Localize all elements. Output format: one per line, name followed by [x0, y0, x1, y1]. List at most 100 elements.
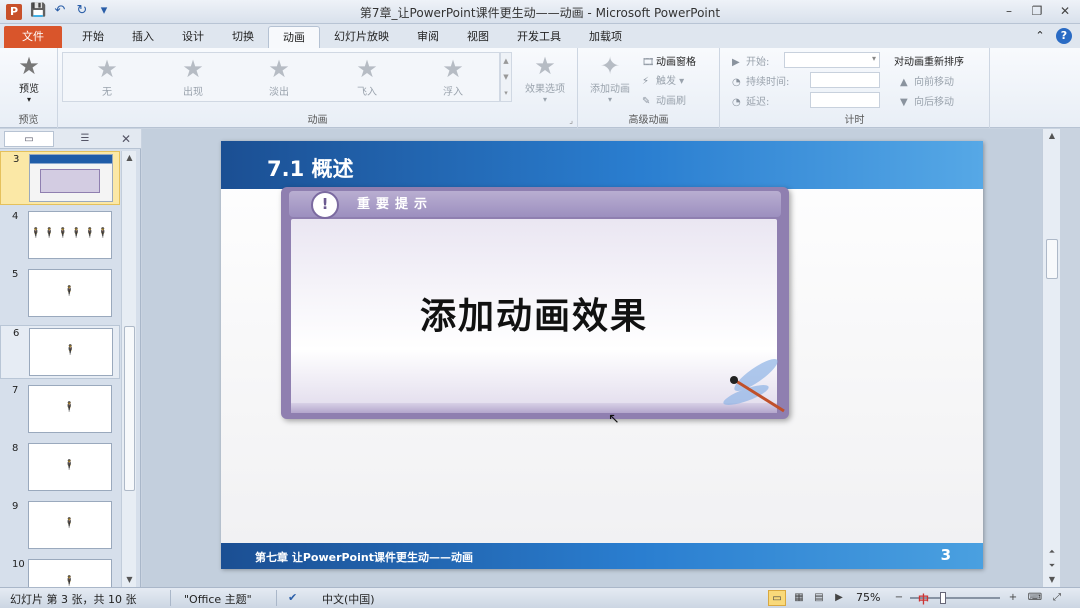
- animation-fly-in[interactable]: ★ 飞入: [347, 55, 387, 98]
- slide-thumbnail-8[interactable]: 8 🕴: [0, 441, 120, 495]
- next-slide-icon[interactable]: ⏷: [1043, 559, 1061, 573]
- tab-animations[interactable]: 动画: [268, 26, 320, 48]
- close-icon[interactable]: ✕: [1056, 3, 1074, 19]
- exclamation-icon: !: [311, 191, 339, 219]
- tab-home[interactable]: 开始: [68, 26, 118, 48]
- outline-tab[interactable]: ☰: [58, 131, 112, 147]
- fit-to-window-icon[interactable]: ⤢: [1048, 590, 1066, 606]
- slide-footer-band: 第七章 让PowerPoint课件更生动——动画 3: [221, 543, 983, 569]
- animation-gallery: ★ 无 ★ 出现 ★ 淡出 ★ 飞入 ★ 浮入: [62, 52, 500, 102]
- group-timing: ▶ 开始: ▾ ◔ 持续时间: ◔ 延迟: 对动画重新排序 ▲ 向前移动 ▼ 向后移动 计…: [720, 48, 990, 128]
- outline-view-icon: ☰: [80, 133, 90, 144]
- star-icon: ★: [96, 55, 118, 83]
- move-later-button[interactable]: ▼ 向后移动: [900, 93, 954, 108]
- slide-thumbnail-6[interactable]: 6 🕴: [0, 325, 120, 379]
- preview-star-icon: ★: [18, 52, 40, 80]
- play-icon: ▶: [732, 57, 740, 68]
- start-combo[interactable]: ▾: [784, 52, 880, 68]
- group-preview: ★ 预览 ▾ 预览: [0, 48, 58, 128]
- restore-icon[interactable]: ❐: [1028, 3, 1046, 19]
- scroll-thumb[interactable]: [1046, 239, 1058, 279]
- prev-slide-icon[interactable]: ⏶: [1043, 545, 1061, 559]
- ime-indicator[interactable]: 中: [918, 591, 929, 607]
- group-advanced-animation: ✦ 添加动画 ▾ 🎞动画窗格 ⚡ 触发 ▾ ✎ 动画刷 高级动画: [578, 48, 720, 128]
- slides-panel: ▭ ☰ ✕ 3 4 🕴🕴🕴🕴🕴🕴 5 🕴 6 🕴 7 🕴 8 🕴 9 🕴 10 …: [0, 129, 141, 587]
- add-animation-button[interactable]: ✦ 添加动画 ▾: [582, 52, 638, 104]
- tab-transitions[interactable]: 切换: [218, 26, 268, 48]
- zoom-in-icon[interactable]: +: [1004, 590, 1022, 606]
- slide-thumbnail-5[interactable]: 5 🕴: [0, 267, 120, 321]
- status-bar: 幻灯片 第 3 张，共 10 张 "Office 主题" ✔ 中文(中国) ▭ …: [0, 587, 1080, 608]
- tab-design[interactable]: 设计: [168, 26, 218, 48]
- slides-view-icon: ▭: [24, 134, 34, 145]
- main-text[interactable]: 添加动画效果: [291, 287, 777, 339]
- delay-spinner[interactable]: [810, 92, 880, 108]
- scroll-up-icon[interactable]: ▲: [122, 151, 137, 165]
- tab-addins[interactable]: 加载项: [575, 26, 636, 48]
- tab-review[interactable]: 审阅: [403, 26, 453, 48]
- slide-title[interactable]: 7.1 概述: [267, 153, 354, 183]
- effect-options-button[interactable]: ★ 效果选项 ▾: [516, 52, 574, 104]
- language-indicator[interactable]: 中文(中国): [322, 591, 375, 607]
- slide-thumbnail-10[interactable]: 10 🕴: [0, 557, 120, 587]
- animation-pane-button[interactable]: 🎞动画窗格: [642, 53, 696, 68]
- duration-label: ◔ 持续时间:: [732, 77, 790, 88]
- animation-painter-button[interactable]: ✎ 动画刷: [642, 92, 686, 107]
- animation-appear[interactable]: ★ 出现: [173, 55, 213, 98]
- move-earlier-button[interactable]: ▲ 向前移动: [900, 73, 954, 88]
- slide-thumbnail-4[interactable]: 4 🕴🕴🕴🕴🕴🕴: [0, 209, 120, 263]
- slides-panel-scrollbar[interactable]: ▲ ▼: [121, 151, 136, 587]
- reading-view-button[interactable]: ▤: [810, 590, 828, 606]
- slide-thumbnail-9[interactable]: 9 🕴: [0, 499, 120, 553]
- up-arrow-icon: ▲: [900, 77, 908, 88]
- delay-label: ◔ 延迟:: [732, 97, 770, 108]
- star-icon: ★: [268, 55, 290, 83]
- window-controls: – ❐ ✕: [1000, 3, 1074, 19]
- minimize-icon[interactable]: –: [1000, 3, 1018, 19]
- trigger-button[interactable]: ⚡ 触发 ▾: [642, 72, 684, 87]
- zoom-level[interactable]: 75%: [856, 591, 880, 604]
- preview-button[interactable]: ★ 预览 ▾: [8, 52, 50, 104]
- tab-file[interactable]: 文件: [4, 26, 62, 48]
- tab-view[interactable]: 视图: [453, 26, 503, 48]
- animation-float-in[interactable]: ★ 浮入: [433, 55, 473, 98]
- slide-canvas[interactable]: 7.1 概述 ! 重要提示 添加动画效果 第七章 让PowerPoint课件更生…: [221, 141, 983, 569]
- slideshow-button[interactable]: ▶: [830, 590, 848, 606]
- animation-dialog-launcher-icon[interactable]: ⌟: [569, 116, 573, 125]
- title-bar: P 💾 ↶ ↻ ▾ 第7章_让PowerPoint课件更生动——动画 - Mic…: [0, 0, 1080, 24]
- zoom-out-icon[interactable]: −: [890, 590, 908, 606]
- minimize-ribbon-icon[interactable]: ⌃: [1032, 28, 1048, 44]
- brush-icon: ✎: [642, 96, 651, 107]
- scroll-thumb[interactable]: [124, 326, 135, 491]
- close-panel-button[interactable]: ✕: [116, 131, 136, 147]
- animation-none[interactable]: ★ 无: [87, 55, 127, 98]
- gallery-scrollbar[interactable]: ▲ ▼ ▾: [500, 52, 512, 102]
- tab-insert[interactable]: 插入: [118, 26, 168, 48]
- slide-sorter-button[interactable]: ▦: [790, 590, 808, 606]
- star-icon: ★: [534, 52, 556, 80]
- zoom-slider-knob[interactable]: [940, 592, 946, 604]
- down-arrow-icon: ▼: [900, 97, 908, 108]
- slide-thumbnail-3[interactable]: 3: [0, 151, 120, 205]
- tab-slideshow[interactable]: 幻灯片放映: [320, 26, 403, 48]
- slide-workspace: 7.1 概述 ! 重要提示 添加动画效果 第七章 让PowerPoint课件更生…: [142, 129, 1060, 587]
- mouse-cursor-icon: ↖: [608, 411, 620, 427]
- slides-tab[interactable]: ▭: [4, 131, 54, 147]
- slide-thumbnail-7[interactable]: 7 🕴: [0, 383, 120, 437]
- animation-pane-icon: 🎞: [642, 57, 655, 68]
- page-number: 3: [940, 546, 951, 564]
- scroll-up-icon[interactable]: ▲: [1043, 129, 1061, 143]
- workspace-scrollbar[interactable]: ▲ ⏶ ⏷ ▼: [1042, 129, 1060, 587]
- theme-name[interactable]: "Office 主题": [184, 591, 252, 607]
- tab-developer[interactable]: 开发工具: [503, 26, 575, 48]
- normal-view-button[interactable]: ▭: [768, 590, 786, 606]
- spellcheck-icon[interactable]: ✔: [288, 591, 297, 604]
- scroll-down-icon[interactable]: ▼: [1043, 573, 1061, 587]
- scroll-down-icon[interactable]: ▼: [122, 573, 137, 587]
- delay-clock-icon: ◔: [732, 97, 741, 108]
- star-icon: ★: [442, 55, 464, 83]
- keyboard-icon[interactable]: ⌨: [1026, 590, 1044, 606]
- duration-spinner[interactable]: [810, 72, 880, 88]
- animation-fade[interactable]: ★ 淡出: [259, 55, 299, 98]
- help-icon[interactable]: ?: [1056, 28, 1072, 44]
